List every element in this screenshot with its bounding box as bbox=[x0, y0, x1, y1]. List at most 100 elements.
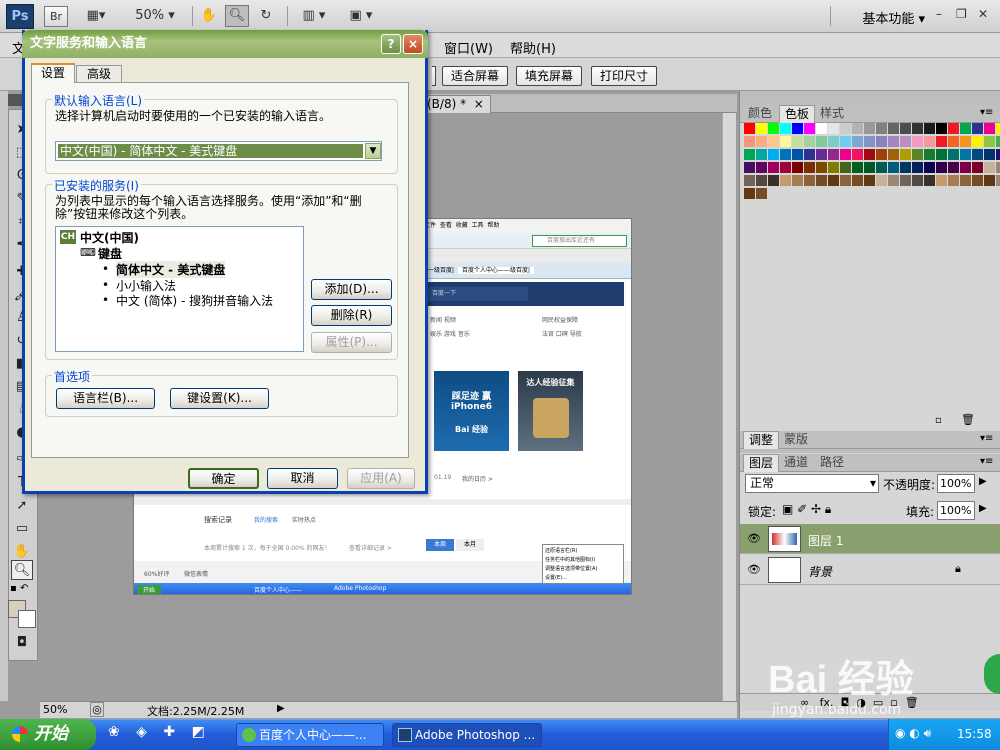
background-color[interactable] bbox=[18, 610, 36, 628]
swatch[interactable] bbox=[960, 123, 971, 134]
swatch[interactable] bbox=[888, 149, 899, 160]
swatch[interactable] bbox=[864, 175, 875, 186]
tab-color[interactable]: 颜色 bbox=[743, 105, 777, 123]
hand-tool-icon[interactable]: ✋ bbox=[198, 5, 220, 27]
swatch[interactable] bbox=[948, 162, 959, 173]
visibility-eye-icon[interactable]: 👁︎ bbox=[747, 563, 761, 576]
swatch[interactable] bbox=[984, 162, 995, 173]
swatch[interactable] bbox=[756, 136, 767, 147]
swatch[interactable] bbox=[948, 149, 959, 160]
task-browser[interactable]: 百度个人中心——... bbox=[236, 723, 384, 747]
swatch[interactable] bbox=[972, 136, 983, 147]
swatch[interactable] bbox=[984, 175, 995, 186]
quick-launch-icons[interactable]: ❀ ◈ ✚ ◩ bbox=[108, 724, 228, 746]
swatch[interactable] bbox=[900, 175, 911, 186]
swatch[interactable] bbox=[912, 149, 923, 160]
swatch[interactable] bbox=[792, 149, 803, 160]
swatch[interactable] bbox=[924, 175, 935, 186]
default-language-select[interactable]: 中文(中国) - 简体中文 - 美式键盘 ▼ bbox=[55, 141, 382, 161]
swatch[interactable] bbox=[756, 149, 767, 160]
swatch[interactable] bbox=[972, 162, 983, 173]
swatch[interactable] bbox=[744, 162, 755, 173]
layer-name[interactable]: 背景 bbox=[808, 563, 832, 580]
swatch[interactable] bbox=[936, 175, 947, 186]
swatch[interactable] bbox=[924, 149, 935, 160]
swatch[interactable] bbox=[852, 162, 863, 173]
swatch[interactable] bbox=[888, 136, 899, 147]
swatch[interactable] bbox=[804, 149, 815, 160]
swatch[interactable] bbox=[876, 149, 887, 160]
status-arrow-icon[interactable]: ▶ bbox=[277, 703, 285, 714]
swatch[interactable] bbox=[996, 123, 1000, 134]
shape-tool-icon[interactable]: ▭ bbox=[11, 519, 33, 539]
swatch[interactable] bbox=[792, 175, 803, 186]
status-icon[interactable]: ◎ bbox=[90, 702, 104, 717]
swatch[interactable] bbox=[864, 136, 875, 147]
status-zoom[interactable]: 50% bbox=[43, 703, 67, 716]
tab-masks[interactable]: 蒙版 bbox=[779, 431, 813, 449]
layer-row-background[interactable]: 👁︎ 背景 🔒︎ bbox=[740, 555, 1000, 585]
services-tree[interactable]: CH 中文(中国) ⌨ 键盘 • 简体中文 - 美式键盘 • 小小输入法 • 中… bbox=[55, 226, 304, 352]
swatch-grid[interactable] bbox=[744, 123, 1000, 205]
apply-button[interactable]: 应用(A) bbox=[347, 468, 415, 489]
swatch[interactable] bbox=[900, 136, 911, 147]
swatch[interactable] bbox=[792, 162, 803, 173]
swatch[interactable] bbox=[900, 123, 911, 134]
swatch[interactable] bbox=[876, 123, 887, 134]
fill-screen-button[interactable]: 填充屏幕 bbox=[516, 66, 582, 86]
swap-colors-icon[interactable]: ▪ ↶ bbox=[10, 583, 36, 597]
close-tab-icon[interactable]: × bbox=[474, 97, 484, 111]
swatch[interactable] bbox=[792, 136, 803, 147]
ok-button[interactable]: 确定 bbox=[188, 468, 259, 489]
tab-channels[interactable]: 通道 bbox=[779, 454, 813, 472]
swatch[interactable] bbox=[924, 136, 935, 147]
swatch[interactable] bbox=[852, 136, 863, 147]
tree-keyboard[interactable]: 键盘 bbox=[98, 245, 122, 262]
swatch[interactable] bbox=[900, 149, 911, 160]
swatch[interactable] bbox=[780, 175, 791, 186]
swatch[interactable] bbox=[948, 123, 959, 134]
quick-mask-icon[interactable]: ◘ bbox=[11, 633, 33, 653]
swatch[interactable] bbox=[984, 149, 995, 160]
swatch[interactable] bbox=[936, 123, 947, 134]
swatch[interactable] bbox=[864, 149, 875, 160]
properties-button[interactable]: 属性(P)... bbox=[311, 332, 392, 353]
close-dialog-button[interactable]: × bbox=[403, 34, 423, 54]
panel-menu-icon[interactable]: ▾≡ bbox=[980, 107, 993, 118]
restore-button[interactable]: ❐ bbox=[956, 7, 967, 21]
swatch[interactable] bbox=[912, 162, 923, 173]
swatch[interactable] bbox=[804, 175, 815, 186]
bridge-button[interactable]: Br bbox=[44, 6, 68, 27]
layer-row-1[interactable]: 👁︎ 图层 1 bbox=[740, 524, 1000, 554]
swatch[interactable] bbox=[972, 175, 983, 186]
print-size-button[interactable]: 打印尺寸 bbox=[591, 66, 657, 86]
zoom-tool-small-icon[interactable]: 🔍︎ bbox=[11, 560, 33, 580]
swatch[interactable] bbox=[960, 136, 971, 147]
swatch[interactable] bbox=[780, 123, 791, 134]
swatch[interactable] bbox=[996, 175, 1000, 186]
swatch[interactable] bbox=[948, 136, 959, 147]
swatch[interactable] bbox=[816, 149, 827, 160]
swatch[interactable] bbox=[804, 162, 815, 173]
tree-item[interactable]: 中文 (简体) - 搜狗拼音输入法 bbox=[116, 292, 273, 309]
swatch[interactable] bbox=[780, 149, 791, 160]
swatch[interactable] bbox=[888, 123, 899, 134]
swatch[interactable] bbox=[816, 136, 827, 147]
swatch[interactable] bbox=[924, 162, 935, 173]
minimize-button[interactable]: – bbox=[936, 7, 942, 21]
layers-menu-icon[interactable]: ▾≡ bbox=[980, 456, 993, 467]
canvas-scrollbar[interactable] bbox=[722, 113, 736, 701]
zoom-tool-icon[interactable]: 🔍︎ bbox=[225, 5, 249, 27]
swatch[interactable] bbox=[996, 136, 1000, 147]
swatch[interactable] bbox=[768, 123, 779, 134]
swatch[interactable] bbox=[780, 162, 791, 173]
swatch[interactable] bbox=[996, 149, 1000, 160]
swatch[interactable] bbox=[948, 175, 959, 186]
zoom-level-dropdown[interactable]: 50% ▾ bbox=[130, 5, 180, 27]
tab-advanced[interactable]: 高级 bbox=[76, 65, 122, 83]
swatch[interactable] bbox=[840, 175, 851, 186]
new-swatch-icon[interactable]: ▫ bbox=[935, 415, 942, 426]
rotate-view-icon[interactable]: ↻ bbox=[254, 5, 278, 27]
add-button[interactable]: 添加(D)... bbox=[311, 279, 392, 300]
swatch[interactable] bbox=[756, 162, 767, 173]
